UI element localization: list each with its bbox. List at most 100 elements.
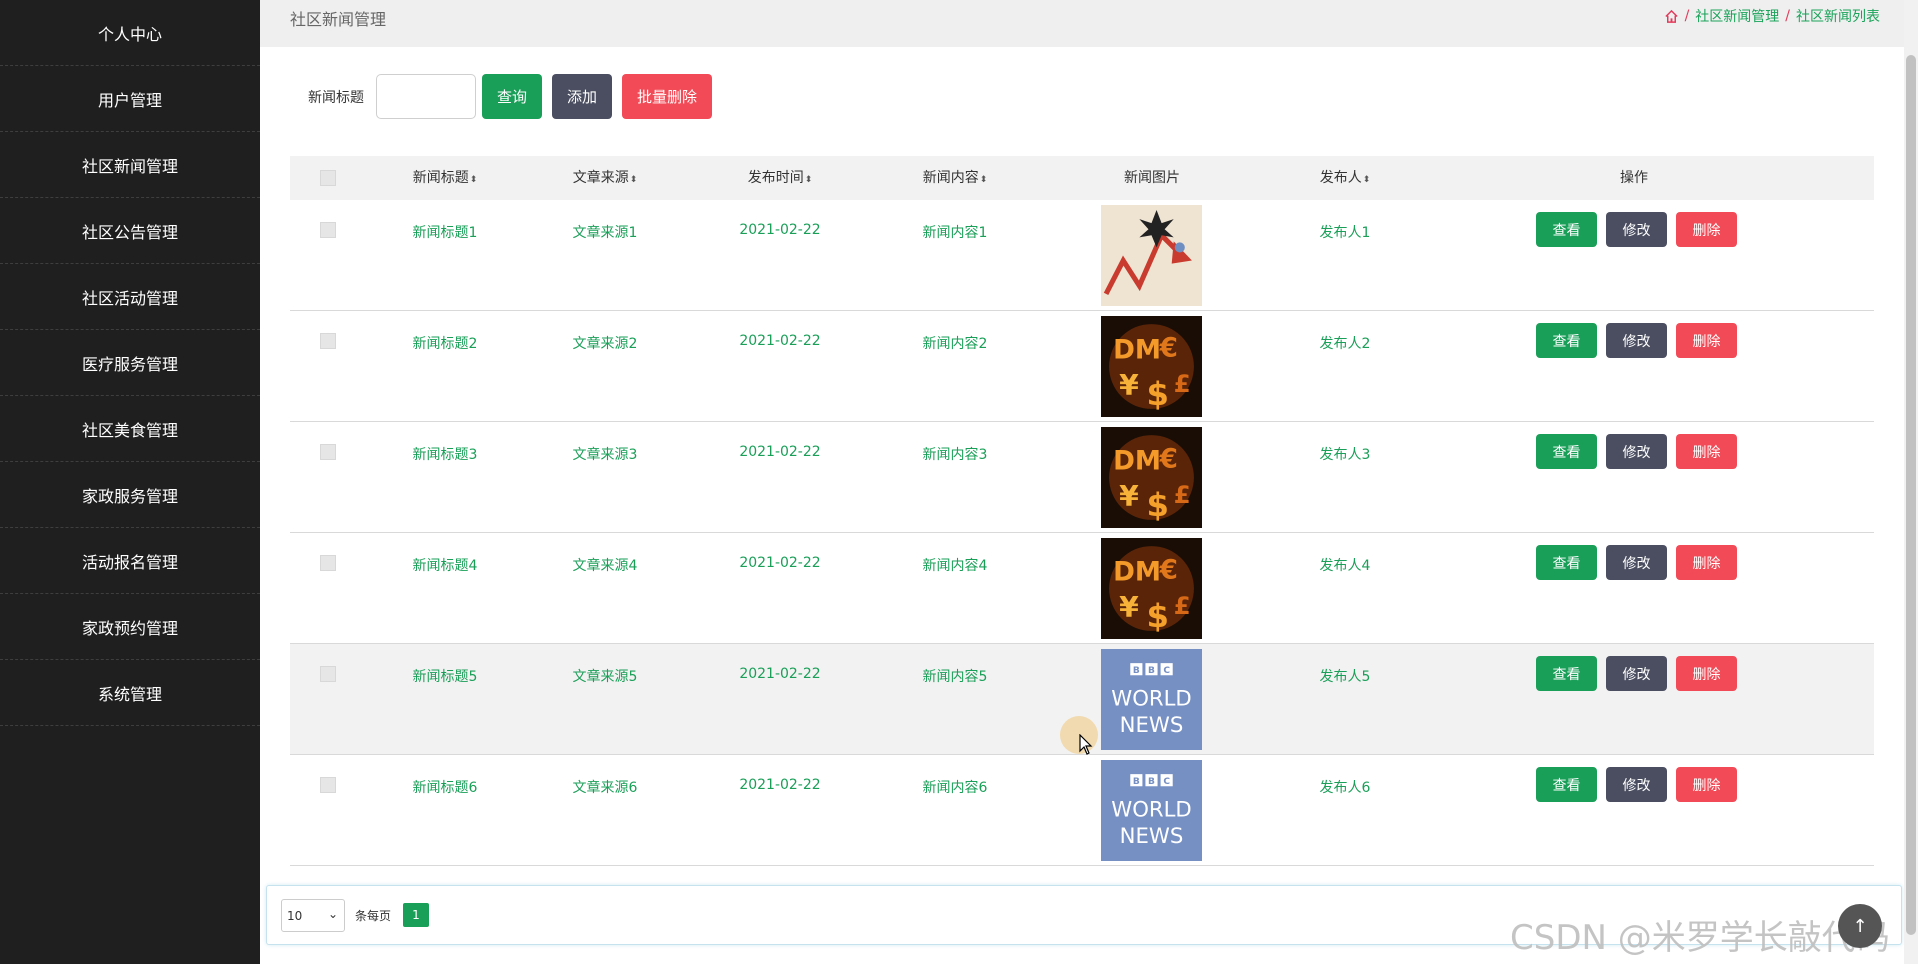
svg-text:¥: ¥: [1119, 480, 1139, 513]
page-button-1[interactable]: 1: [403, 903, 429, 927]
cell-date: 2021-02-22: [739, 444, 821, 460]
sort-icon[interactable]: ⬍: [980, 175, 988, 185]
sort-icon[interactable]: ⬍: [470, 175, 478, 185]
cell-author: 发布人3: [1319, 447, 1371, 463]
cell-image[interactable]: DM € ¥ $ £: [1101, 316, 1202, 417]
add-button[interactable]: 添加: [552, 74, 613, 119]
sidebar-item-5[interactable]: 医疗服务管理: [0, 330, 260, 396]
delete-button[interactable]: 删除: [1676, 767, 1737, 802]
sidebar-item-7[interactable]: 家政服务管理: [0, 462, 260, 528]
edit-button[interactable]: 修改: [1606, 545, 1667, 580]
scrollbar[interactable]: [1904, 0, 1918, 964]
cell-source: 文章来源3: [572, 447, 638, 463]
cell-image[interactable]: DM € ¥ $ £: [1101, 427, 1202, 528]
column-header-author[interactable]: 发布人⬍: [1320, 156, 1371, 200]
row-checkbox[interactable]: [320, 555, 336, 571]
edit-button[interactable]: 修改: [1606, 767, 1667, 802]
cell-author: 发布人5: [1319, 669, 1371, 685]
cell-content: 新闻内容5: [922, 669, 988, 685]
view-button[interactable]: 查看: [1536, 212, 1597, 247]
row-checkbox[interactable]: [320, 444, 336, 460]
batch-delete-button[interactable]: 批量删除: [622, 74, 713, 119]
view-button[interactable]: 查看: [1536, 323, 1597, 358]
sidebar-item-9[interactable]: 家政预约管理: [0, 594, 260, 660]
sidebar-item-8[interactable]: 活动报名管理: [0, 528, 260, 594]
row-checkbox[interactable]: [320, 222, 336, 238]
svg-text:€: €: [1159, 555, 1178, 585]
sidebar-item-0[interactable]: 个人中心: [0, 0, 260, 66]
cell-author: 发布人2: [1319, 336, 1371, 352]
scroll-top-button[interactable]: ↑: [1838, 904, 1882, 948]
delete-button[interactable]: 删除: [1676, 323, 1737, 358]
edit-button[interactable]: 修改: [1606, 212, 1667, 247]
delete-button[interactable]: 删除: [1676, 545, 1737, 580]
cell-title: 新闻标题2: [412, 336, 478, 352]
column-header-content[interactable]: 新闻内容⬍: [923, 156, 988, 200]
svg-text:$: $: [1146, 375, 1168, 413]
cell-image[interactable]: [1101, 205, 1202, 306]
sidebar-item-1[interactable]: 用户管理: [0, 66, 260, 132]
breadcrumb-news-management[interactable]: 社区新闻管理: [1695, 6, 1779, 26]
cell-content: 新闻内容4: [922, 558, 988, 574]
scrollbar-thumb[interactable]: [1906, 55, 1916, 935]
sidebar-item-3[interactable]: 社区公告管理: [0, 198, 260, 264]
query-button[interactable]: 查询: [482, 74, 543, 119]
news-thumbnail-image: B B CWORLDNEWS: [1101, 760, 1202, 861]
sidebar-item-6[interactable]: 社区美食管理: [0, 396, 260, 462]
news-thumbnail-image: [1101, 205, 1202, 306]
edit-button[interactable]: 修改: [1606, 656, 1667, 691]
mouse-cursor-icon: [1079, 734, 1093, 755]
cell-source: 文章来源5: [572, 669, 638, 685]
view-button[interactable]: 查看: [1536, 656, 1597, 691]
search-input[interactable]: [376, 74, 476, 119]
view-button[interactable]: 查看: [1536, 767, 1597, 802]
edit-button[interactable]: 修改: [1606, 434, 1667, 469]
sort-icon[interactable]: ⬍: [1363, 175, 1371, 185]
sort-icon[interactable]: ⬍: [630, 175, 638, 185]
table-body: 新闻标题1 文章来源1 2021-02-22 新闻内容1 发布人1 查看 修改 删除 新闻标题2…: [290, 200, 1874, 866]
sidebar-item-4[interactable]: 社区活动管理: [0, 264, 260, 330]
cell-content: 新闻内容6: [922, 780, 988, 796]
svg-text:$: $: [1146, 597, 1168, 635]
row-checkbox[interactable]: [320, 777, 336, 793]
column-header-actions: 操作: [1620, 170, 1648, 186]
home-icon[interactable]: [1664, 9, 1679, 24]
breadcrumb-separator: /: [1684, 8, 1690, 24]
cell-image[interactable]: B B C WORLD NEWS: [1101, 649, 1202, 750]
sort-icon[interactable]: ⬍: [805, 175, 813, 185]
cell-author: 发布人1: [1319, 225, 1371, 241]
delete-button[interactable]: 删除: [1676, 212, 1737, 247]
sidebar-item-10[interactable]: 系统管理: [0, 660, 260, 726]
cell-image[interactable]: DM € ¥ $ £: [1101, 538, 1202, 639]
svg-text:€: €: [1159, 333, 1178, 363]
svg-text:WORLD: WORLD: [1111, 687, 1192, 712]
cell-author: 发布人6: [1319, 780, 1371, 796]
edit-button[interactable]: 修改: [1606, 323, 1667, 358]
cell-title: 新闻标题5: [412, 669, 478, 685]
row-checkbox[interactable]: [320, 666, 336, 682]
top-bar: 社区新闻管理 / 社区新闻管理 / 社区新闻列表: [260, 0, 1904, 47]
column-header-image: 新闻图片: [1124, 170, 1180, 186]
row-actions: 查看 修改 删除: [1536, 545, 1737, 580]
select-all-checkbox[interactable]: [320, 170, 336, 186]
column-header-date[interactable]: 发布时间⬍: [748, 156, 813, 200]
table-row: 新闻标题3 文章来源3 2021-02-22 新闻内容3 DM € ¥ $ £ 发布人3 查看 修改删…: [290, 422, 1874, 533]
cell-date: 2021-02-22: [739, 333, 821, 349]
page-size-select[interactable]: 10 ⌄: [281, 899, 345, 932]
cell-source: 文章来源1: [572, 225, 638, 241]
view-button[interactable]: 查看: [1536, 545, 1597, 580]
svg-text:€: €: [1159, 444, 1178, 474]
column-header-source[interactable]: 文章来源⬍: [573, 156, 638, 200]
chevron-down-icon: ⌄: [327, 907, 338, 921]
row-actions: 查看 修改 删除: [1536, 656, 1737, 691]
breadcrumb-separator: /: [1785, 8, 1790, 24]
svg-text:B: B: [1148, 777, 1155, 787]
delete-button[interactable]: 删除: [1676, 434, 1737, 469]
row-checkbox[interactable]: [320, 333, 336, 349]
column-header-title[interactable]: 新闻标题⬍: [413, 156, 478, 200]
cell-image[interactable]: B B C WORLD NEWS: [1101, 760, 1202, 861]
sidebar-item-2[interactable]: 社区新闻管理: [0, 132, 260, 198]
view-button[interactable]: 查看: [1536, 434, 1597, 469]
delete-button[interactable]: 删除: [1676, 656, 1737, 691]
breadcrumb-news-list[interactable]: 社区新闻列表: [1796, 6, 1880, 26]
